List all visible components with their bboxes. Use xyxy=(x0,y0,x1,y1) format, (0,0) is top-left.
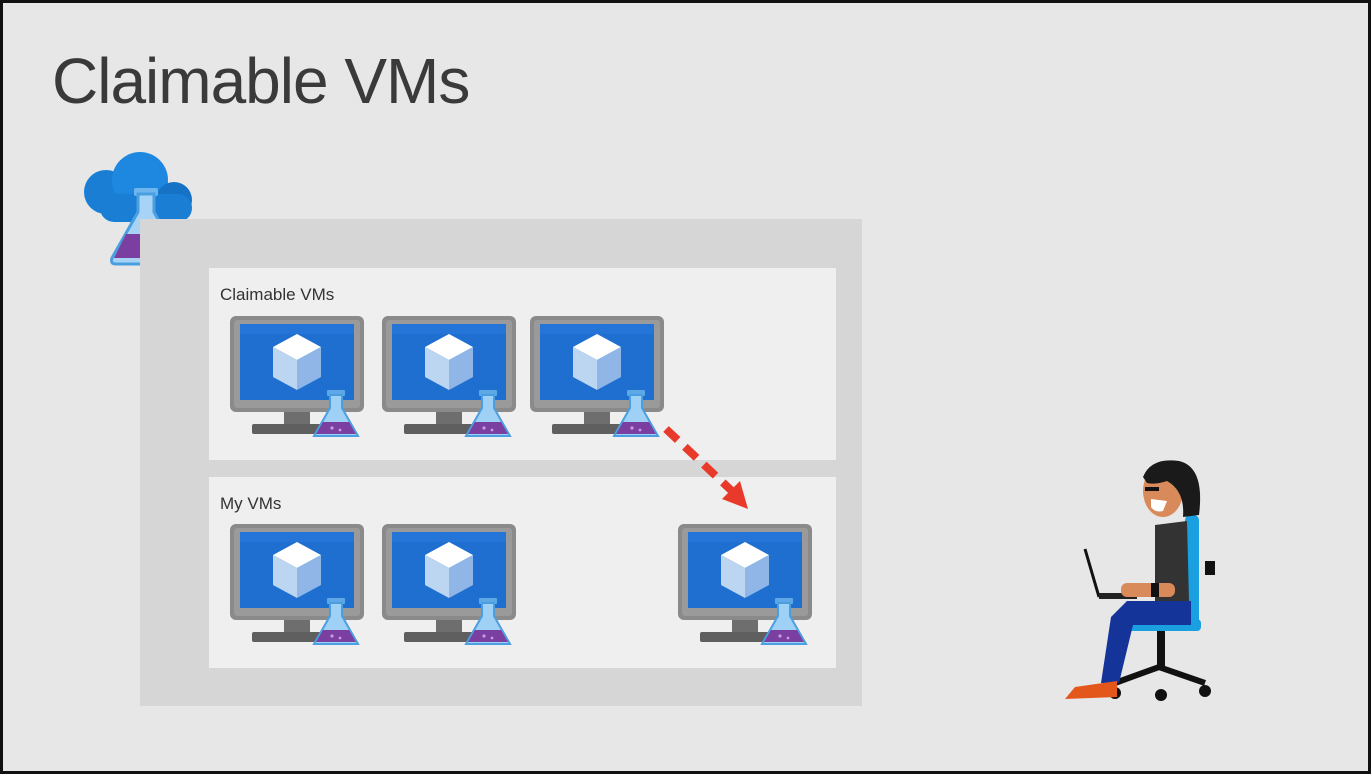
claimable-vm-icon xyxy=(229,315,365,437)
slide-title: Claimable VMs xyxy=(52,45,470,117)
claimable-vm-icon xyxy=(381,315,517,437)
my-vm-icon xyxy=(229,523,365,645)
claimed-vm-icon xyxy=(677,523,813,645)
my-vm-icon xyxy=(381,523,517,645)
claimable-vm-icon xyxy=(529,315,665,437)
developer-person-icon xyxy=(1065,460,1215,701)
claim-arrow-icon xyxy=(663,426,748,509)
claimable-vms-label: Claimable VMs xyxy=(220,285,335,304)
my-vms-label: My VMs xyxy=(220,494,282,513)
